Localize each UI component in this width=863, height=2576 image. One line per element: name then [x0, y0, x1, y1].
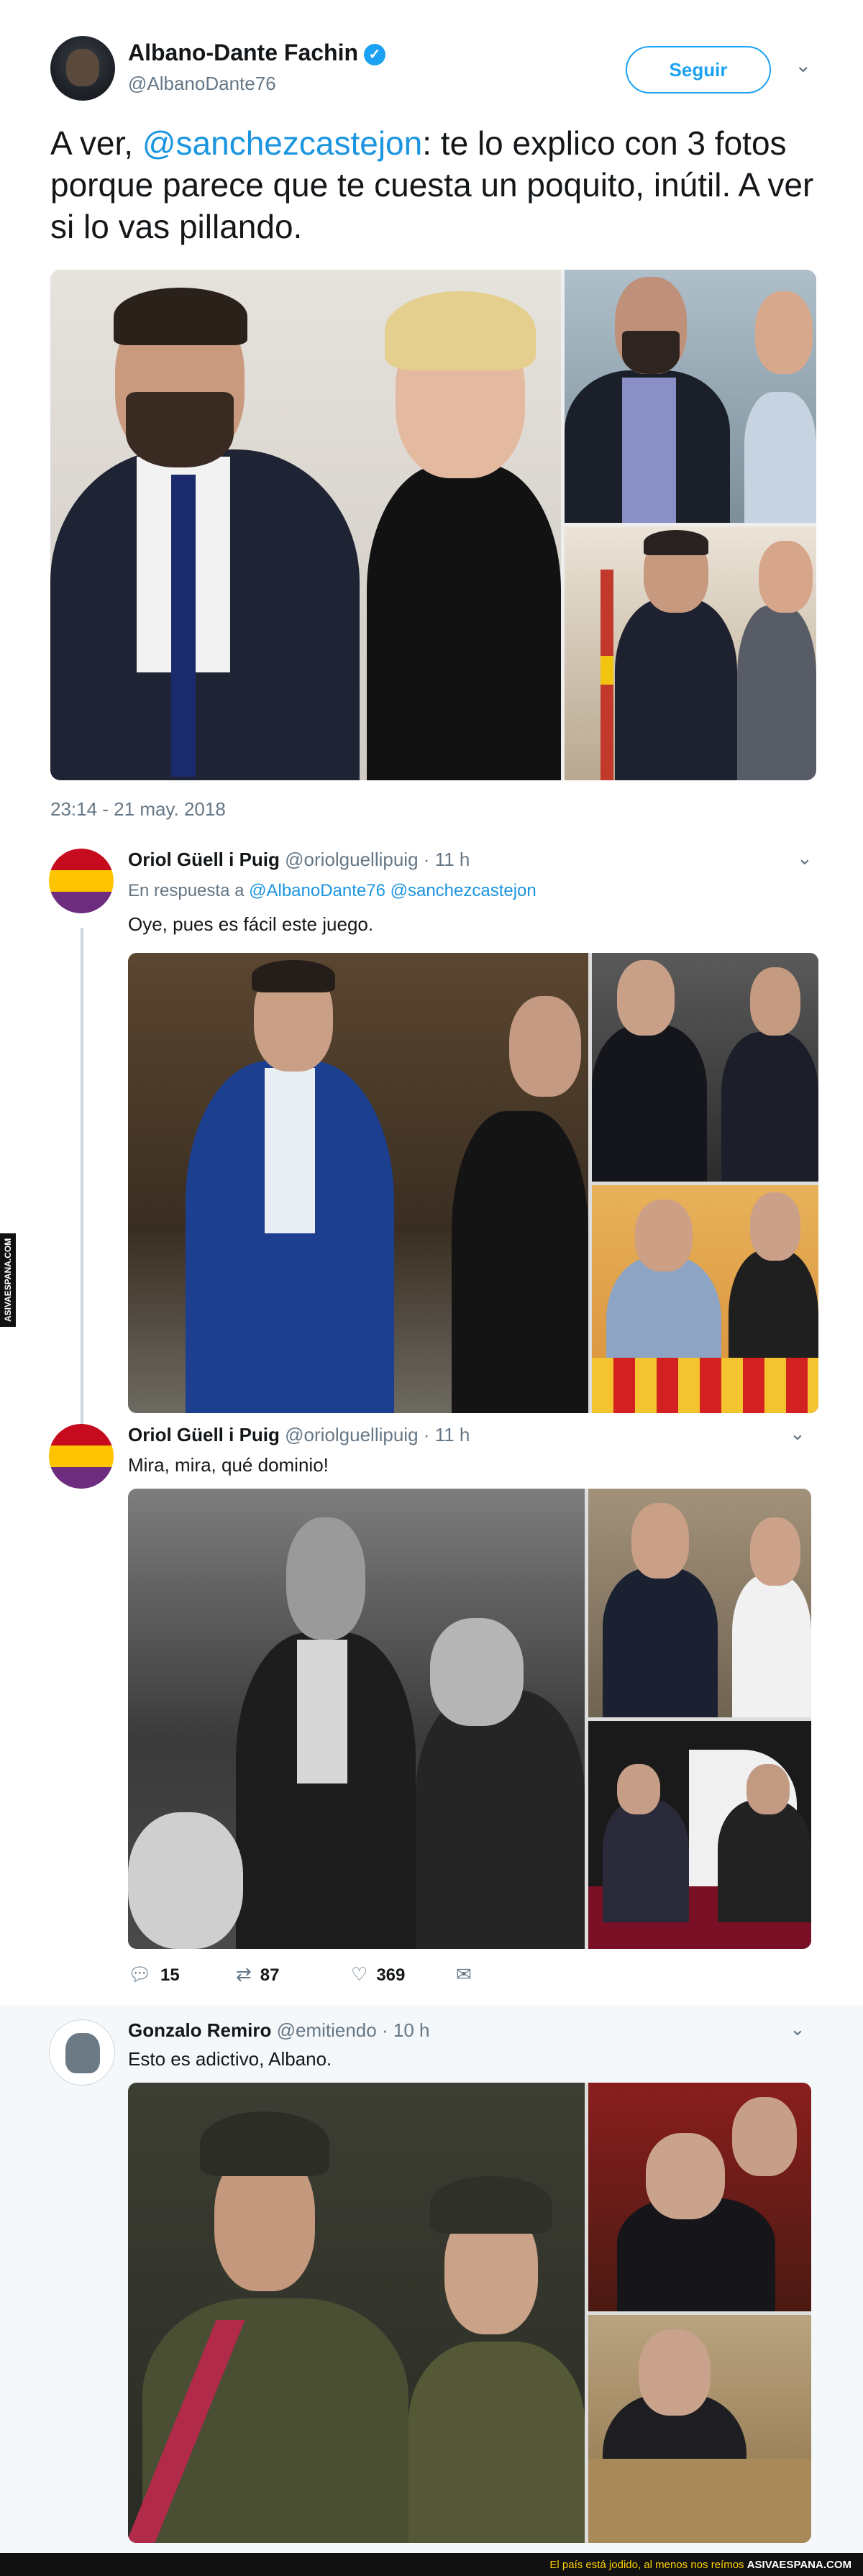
reply-time[interactable]: 11 h: [435, 849, 470, 870]
reply-text: Oye, pues es fácil este juego.: [128, 913, 374, 935]
divider: [0, 2006, 863, 2007]
chevron-down-icon[interactable]: ⌄: [790, 2018, 805, 2040]
direct-message-icon[interactable]: ✉: [456, 1963, 472, 1985]
media-photo-top-right[interactable]: [592, 953, 818, 1182]
reply-author[interactable]: Oriol Güell i Puig @oriolguellipuig · 11…: [128, 849, 470, 871]
reply-avatar[interactable]: [49, 2019, 115, 2086]
media-photo-top-right[interactable]: [588, 2083, 811, 2311]
separator: ·: [381, 2019, 388, 2041]
author-name-text[interactable]: Albano-Dante Fachin: [128, 40, 358, 65]
media-photo-top-right[interactable]: [588, 1489, 811, 1717]
author-handle[interactable]: @AlbanoDante76: [128, 73, 276, 95]
retweet-count: 87: [260, 1965, 280, 1985]
mention-link[interactable]: @sanchezcastejon: [142, 124, 422, 162]
heart-icon[interactable]: ♡: [351, 1963, 367, 1985]
tweet-media-grid[interactable]: [50, 270, 816, 780]
message-action[interactable]: ✉: [456, 1963, 480, 1986]
reply-author-name[interactable]: Gonzalo Remiro: [128, 2019, 271, 2041]
media-photo-bottom-right[interactable]: [588, 1721, 811, 1949]
author-name[interactable]: Albano-Dante Fachin ✓: [128, 40, 386, 66]
reply-author[interactable]: Gonzalo Remiro @emitiendo · 10 h: [128, 2019, 429, 2042]
media-photo-bottom-right[interactable]: [565, 526, 816, 780]
reply-media-grid[interactable]: [128, 1489, 811, 1949]
reply-icon[interactable]: 💬︎: [128, 1963, 152, 1985]
media-photo-large[interactable]: [128, 1489, 585, 1949]
footer-watermark-bar: El país está jodido, al menos nos reímos…: [0, 2553, 863, 2576]
main-tweet: Albano-Dante Fachin ✓ @AlbanoDante76 Segu…: [0, 0, 863, 841]
reply-time[interactable]: 10 h: [393, 2019, 430, 2041]
reply-context: En respuesta a @AlbanoDante76 @sanchezca…: [128, 881, 536, 901]
reply-avatar[interactable]: [49, 1424, 114, 1489]
like-count: 369: [376, 1965, 406, 1985]
reply-handle[interactable]: @oriolguellipuig: [285, 849, 418, 870]
reply-media-grid[interactable]: [128, 953, 818, 1413]
reply-context-mentions[interactable]: @AlbanoDante76 @sanchezcastejon: [249, 881, 536, 900]
footer-brand[interactable]: ASIVAESPANA.COM: [747, 2559, 851, 2571]
media-photo-top-right[interactable]: [565, 270, 816, 523]
tweet-text-prefix: A ver,: [50, 124, 142, 162]
author-avatar[interactable]: [50, 36, 115, 101]
tweet-timestamp[interactable]: 23:14 - 21 may. 2018: [50, 798, 226, 821]
like-action[interactable]: ♡ 369: [351, 1963, 405, 1986]
reply-author-name[interactable]: Oriol Güell i Puig: [128, 849, 280, 870]
retweet-action[interactable]: ⇄ 87: [236, 1963, 280, 1986]
footer-caption: El país está jodido, al menos nos reímos: [549, 2559, 744, 2571]
thread-connector-line: [81, 928, 83, 1431]
reply-author[interactable]: Oriol Güell i Puig @oriolguellipuig · 11…: [128, 1424, 470, 1446]
chevron-down-icon[interactable]: ⌄: [790, 1422, 805, 1445]
separator: ·: [423, 1424, 430, 1445]
footer-text: El país está jodido, al menos nos reímos…: [549, 2559, 851, 2571]
media-photo-large[interactable]: [128, 2083, 585, 2543]
media-photo-bottom-right[interactable]: [588, 2315, 811, 2543]
reply-context-prefix: En respuesta a: [128, 881, 245, 900]
follow-button[interactable]: Seguir: [626, 46, 771, 93]
verified-badge-icon: ✓: [364, 43, 386, 65]
reply-action[interactable]: 💬︎ 15: [128, 1963, 180, 1986]
media-photo-bottom-right[interactable]: [592, 1185, 818, 1413]
tweet-text: A ver, @sanchezcastejon: te lo explico c…: [50, 122, 820, 247]
reply-handle[interactable]: @emitiendo: [277, 2019, 377, 2041]
retweet-icon[interactable]: ⇄: [236, 1963, 252, 1985]
chevron-down-icon[interactable]: ⌄: [797, 847, 813, 869]
separator: ·: [423, 849, 430, 870]
reply-author-name[interactable]: Oriol Güell i Puig: [128, 1424, 280, 1445]
reply-count: 15: [160, 1965, 180, 1985]
chevron-down-icon[interactable]: ⌄: [795, 53, 811, 77]
media-photo-large[interactable]: [128, 953, 588, 1413]
reply-text: Mira, mira, qué dominio!: [128, 1454, 329, 1476]
reply-media-grid[interactable]: [128, 2083, 811, 2543]
reply-time[interactable]: 11 h: [435, 1424, 470, 1445]
reply-avatar[interactable]: [49, 849, 114, 913]
reply-text: Esto es adictivo, Albano.: [128, 2048, 332, 2070]
media-photo-large[interactable]: [50, 270, 561, 780]
side-watermark: ASIVAESPANA.COM: [0, 1233, 16, 1327]
reply-handle[interactable]: @oriolguellipuig: [285, 1424, 418, 1445]
